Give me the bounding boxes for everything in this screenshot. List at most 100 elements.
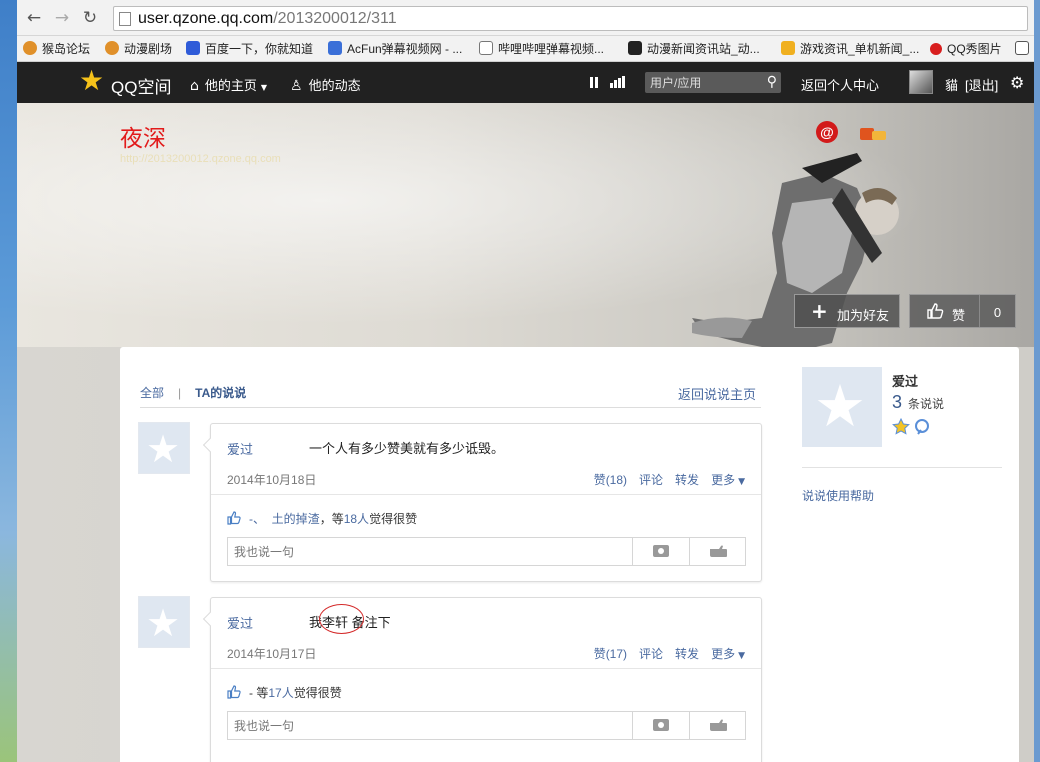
vip-badge-icon[interactable] [860, 126, 886, 142]
site-name[interactable]: 夜深 [120, 119, 166, 153]
search-input[interactable] [645, 72, 755, 93]
post-card: 爱过 我李轩 备注下 2014年10月17日 赞(17) 评论 转发 更多 ▼ - 等1… [202, 597, 762, 762]
bookmark-item[interactable]: AcFun弹幕视频网 - ... [328, 40, 462, 58]
nav-his-feed[interactable]: ♙ 他的动态 [290, 75, 361, 94]
gear-icon[interactable]: ⚙ [1010, 73, 1024, 92]
avatar[interactable] [909, 70, 933, 94]
liker-link[interactable]: -、 [249, 512, 265, 526]
share-action[interactable]: 转发 [675, 647, 699, 661]
search-box: ⚲ [645, 72, 781, 93]
post-avatar[interactable]: ★ [138, 422, 190, 474]
tab-all[interactable]: 全部 [140, 386, 164, 400]
thumbs-up-icon [227, 511, 241, 525]
browser-address-bar: ← → ↻ user.qzone.qq.com/2013200012/311 [17, 0, 1034, 36]
post-actions: 赞(18) 评论 转发 更多 ▼ [582, 471, 745, 488]
shuoshuo-help-link[interactable]: 说说使用帮助 [802, 487, 874, 504]
post-author[interactable]: 爱过 [227, 613, 253, 632]
thumbs-up-icon [927, 303, 944, 319]
logout-link[interactable]: [退出] [965, 75, 998, 94]
qzone-star-icon: ★ [814, 372, 866, 440]
post-date[interactable]: 2014年10月17日 [227, 645, 316, 662]
site-url[interactable]: http://2013200012.qzone.qq.com [120, 153, 281, 165]
game-site-icon [781, 41, 795, 55]
post-card: 爱过 一个人有多少赞美就有多少诋毁。 2014年10月18日 赞(18) 评论 转发… [202, 423, 762, 582]
camera-icon [653, 719, 669, 731]
likes-count-link[interactable]: 17人 [268, 686, 293, 700]
comment-input[interactable] [228, 538, 632, 565]
liker-link[interactable]: 土的掉渣 [272, 512, 320, 526]
qzone-star-icon: ★ [146, 427, 181, 471]
chevron-down-icon: ▼ [738, 651, 745, 661]
comment-box [227, 537, 746, 566]
desktop-edge-right [1034, 0, 1040, 762]
back-arrow-icon[interactable]: ← [25, 9, 43, 27]
pointing-hand-icon [710, 719, 727, 731]
sidebar-name[interactable]: 爱过 [892, 371, 918, 390]
checkbox-icon [1015, 41, 1029, 55]
search-icon[interactable]: ⚲ [767, 74, 777, 90]
camera-button[interactable] [632, 538, 689, 565]
stats-icon[interactable] [610, 76, 626, 88]
bookmark-item[interactable]: 哔哩哔哩弹幕视频... [479, 40, 604, 58]
bookmark-item[interactable]: 动漫新闻资讯站_动... [628, 40, 760, 58]
tab-bar: 全部 | TA的说说 [140, 386, 247, 400]
chevron-down-icon: ▼ [260, 83, 268, 92]
comment-action[interactable]: 评论 [639, 473, 663, 487]
at-badge-icon[interactable]: @ [816, 121, 838, 143]
back-personal-center-link[interactable]: 返回个人中心 [801, 75, 879, 94]
poke-button[interactable] [689, 538, 746, 565]
chevron-down-icon: ▼ [738, 477, 745, 487]
more-action[interactable]: 更多 ▼ [711, 647, 745, 661]
bookmark-item[interactable]: 猴岛论坛 [23, 40, 90, 58]
main-content: 全部 | TA的说说 返回说说主页 ★ 爱过 一个人有多少赞美就有多少诋毁。 201… [120, 347, 1019, 762]
bilibili-tv-icon [479, 41, 493, 55]
like-button[interactable]: 赞 0 [909, 294, 1016, 328]
forward-arrow-icon[interactable]: → [53, 9, 71, 27]
plus-icon: + [811, 299, 828, 323]
acfun-icon [328, 41, 342, 55]
back-shuoshuo-home-link[interactable]: 返回说说主页 [678, 384, 756, 403]
qzone-star-icon: ★ [79, 64, 105, 97]
comment-action[interactable]: 评论 [639, 647, 663, 661]
bookmark-item[interactable]: 百度一下，你就知道 [186, 40, 313, 58]
like-action[interactable]: 赞(18) [594, 473, 627, 487]
sidebar-icons [892, 417, 932, 439]
post-avatar[interactable]: ★ [138, 596, 190, 648]
monkey-icon [105, 41, 119, 55]
shuoshuo-count[interactable]: 3 条说说 [892, 392, 944, 413]
add-friend-button[interactable]: + 加为好友 [794, 294, 900, 328]
qzone-star-icon: ★ [146, 601, 181, 645]
post-author[interactable]: 爱过 [227, 439, 253, 458]
home-icon: ⌂ [190, 78, 199, 94]
user-icon: ♙ [290, 78, 303, 94]
like-action[interactable]: 赞(17) [594, 647, 627, 661]
tab-his-shuoshuo[interactable]: TA的说说 [195, 386, 246, 400]
like-count: 0 [993, 305, 1002, 320]
monkey-icon [23, 41, 37, 55]
comment-input[interactable] [228, 712, 632, 739]
likes-summary: -、 土的掉渣，等18人觉得很赞 [227, 510, 417, 527]
poke-button[interactable] [689, 712, 746, 739]
reload-icon[interactable]: ↻ [81, 9, 99, 27]
url-field[interactable]: user.qzone.qq.com/2013200012/311 [113, 6, 1028, 31]
bookmark-item[interactable]: QQ秀图片 [930, 40, 1002, 58]
nav-his-home[interactable]: ⌂ 他的主页 ▼ [190, 75, 267, 94]
likes-count-link[interactable]: 18人 [344, 512, 369, 526]
bookmark-item[interactable]: 游戏资讯_单机新闻_... [781, 40, 919, 58]
bookmark-item[interactable] [1015, 40, 1034, 58]
share-action[interactable]: 转发 [675, 473, 699, 487]
pause-icon[interactable] [590, 77, 598, 88]
profile-banner: 夜深 http://2013200012.qzone.qq.com @ + 加为… [17, 103, 1034, 347]
username[interactable]: 貓 [945, 75, 958, 94]
sidebar-avatar[interactable]: ★ [802, 367, 882, 447]
qzone-topbar: ★ QQ空间 ⌂他的主页▼ ♙他的动态 ⚲ 返回个人中心 貓 [退出] ⚙ [17, 62, 1034, 103]
more-action[interactable]: 更多 ▼ [711, 473, 745, 487]
star-badge-icon[interactable] [892, 417, 932, 436]
camera-button[interactable] [632, 712, 689, 739]
comment-box [227, 711, 746, 740]
baidu-paw-icon [186, 41, 200, 55]
bookmark-item[interactable]: 动漫剧场 [105, 40, 172, 58]
post-text: 一个人有多少赞美就有多少诋毁。 [309, 441, 505, 456]
post-date[interactable]: 2014年10月18日 [227, 471, 316, 488]
anime-site-icon [628, 41, 642, 55]
